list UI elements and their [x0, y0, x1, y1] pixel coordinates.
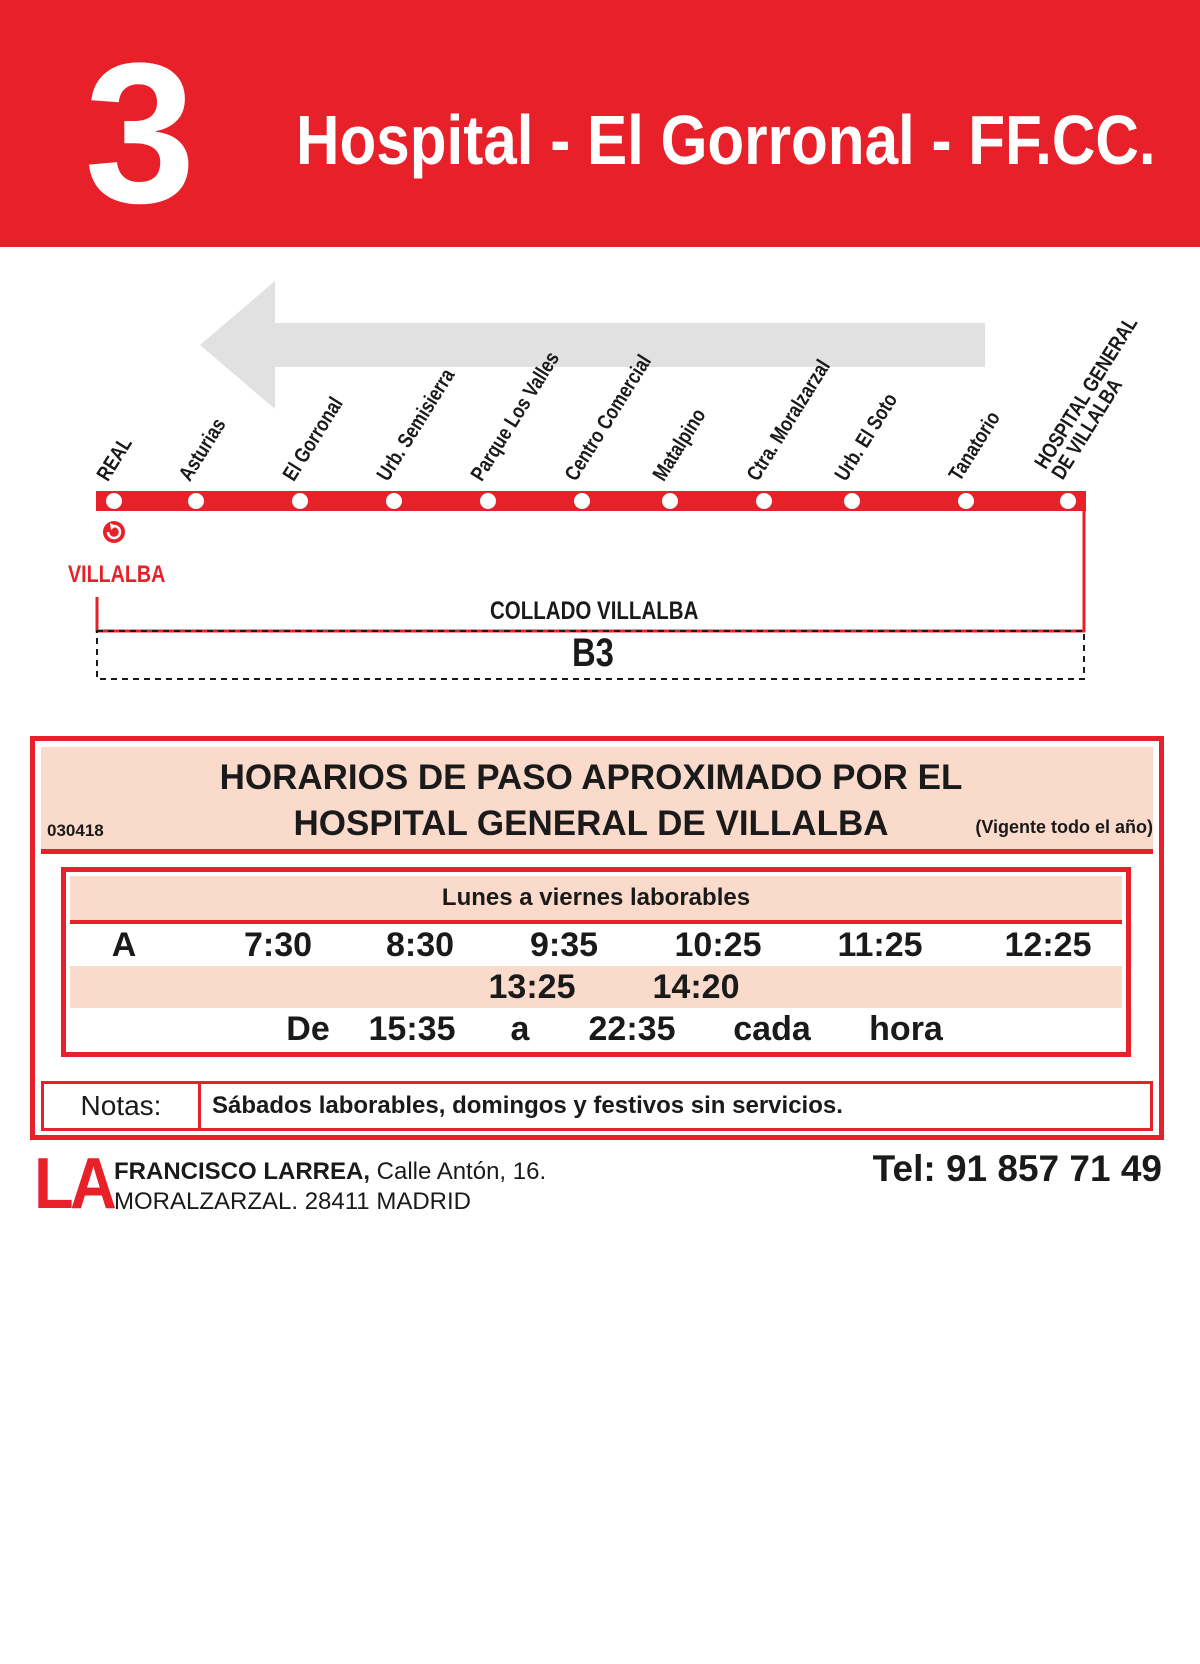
- timetable-validity: (Vigente todo el año): [975, 817, 1153, 837]
- company-street: Calle Antón, 16.: [370, 1158, 547, 1185]
- line-number: 3: [84, 22, 196, 245]
- stop-dot: [480, 493, 496, 509]
- schedule-cell: 22:35: [588, 1010, 676, 1048]
- route-header: 3 Hospital - El Gorronal - FF.CC.: [0, 0, 1200, 247]
- timetable-code: 030418: [47, 821, 104, 840]
- stop-dot: [662, 493, 678, 509]
- direction-arrow-icon: [200, 281, 985, 409]
- stop-dot: [844, 493, 860, 509]
- schedule-cell: A: [111, 926, 137, 964]
- stop-dot: [574, 493, 590, 509]
- schedule-row: 13:25 14:20: [70, 966, 1122, 1008]
- schedule-cell: 13:25: [488, 968, 576, 1006]
- schedule-cell: 7:30: [243, 926, 313, 964]
- timetable-header: HORARIOS DE PASO APROXIMADO POR EL HOSPI…: [41, 747, 1153, 854]
- schedule-cell: a: [510, 1010, 530, 1048]
- schedule-cell: cada: [733, 1010, 811, 1048]
- schedule-cell: 11:25: [837, 926, 923, 964]
- stop-dot: [386, 493, 402, 509]
- terminal-circle-icon: [103, 521, 125, 543]
- schedule-row: A 7:30 8:30 9:35 10:25 11:25 12:25: [70, 924, 1122, 966]
- notes-text: Sábados laborables, domingos y festivos …: [212, 1092, 843, 1119]
- stop-dot: [756, 493, 772, 509]
- company-address-line1: FRANCISCO LARREA, Calle Antón, 16.: [114, 1158, 546, 1186]
- schedule-cell: De: [286, 1010, 330, 1048]
- schedule-row: De 15:35 a 22:35 cada hora: [70, 1008, 1122, 1050]
- terminal-town: VILLALBA: [68, 561, 166, 588]
- timetable-title: HORARIOS DE PASO APROXIMADO POR EL HOSPI…: [141, 755, 1041, 847]
- schedule-cell: 8:30: [385, 926, 455, 964]
- route-diagram: REAL Asturias El Gorronal Urb. Semisierra Pa…: [0, 247, 1200, 707]
- company-phone: Tel: 91 857 71 49: [872, 1148, 1162, 1189]
- timetable: HORARIOS DE PASO APROXIMADO POR EL HOSPI…: [30, 736, 1164, 1140]
- schedule-box: Lunes a viernes laborables A 7:30 8:30 9…: [61, 867, 1131, 1057]
- notes-label: Notas:: [44, 1084, 201, 1128]
- municipality-name: COLLADO VILLALBA: [490, 597, 699, 625]
- company-address-line2: MORALZARZAL. 28411 MADRID: [114, 1188, 471, 1215]
- fare-zone: B3: [572, 631, 614, 675]
- stop-dot: [292, 493, 308, 509]
- schedule-cell: 15:35: [368, 1010, 456, 1048]
- company-logo: LA: [34, 1144, 117, 1224]
- route-title: Hospital - El Gorronal - FF.CC.: [296, 101, 1156, 179]
- company-name: FRANCISCO LARREA,: [114, 1158, 370, 1185]
- schedule-cell: hora: [869, 1010, 943, 1048]
- schedule-cell: 12:25: [1004, 926, 1092, 964]
- timetable-title-line2: HOSPITAL GENERAL DE VILLALBA: [293, 804, 889, 843]
- notes-row: Notas: Sábados laborables, domingos y fe…: [41, 1081, 1153, 1131]
- route-line-bar: [96, 491, 1086, 511]
- schedule-day-header: Lunes a viernes laborables: [70, 876, 1122, 924]
- stop-dot: [1060, 493, 1076, 509]
- stop-dot: [958, 493, 974, 509]
- stop-dot: [106, 493, 122, 509]
- schedule-cell: 10:25: [674, 926, 762, 964]
- schedule-cell: 14:20: [652, 968, 740, 1006]
- schedule-cell: 9:35: [529, 926, 599, 964]
- timetable-title-line1: HORARIOS DE PASO APROXIMADO POR EL: [219, 758, 963, 797]
- stop-dot: [188, 493, 204, 509]
- footer: LA FRANCISCO LARREA, Calle Antón, 16. MO…: [0, 1144, 1200, 1230]
